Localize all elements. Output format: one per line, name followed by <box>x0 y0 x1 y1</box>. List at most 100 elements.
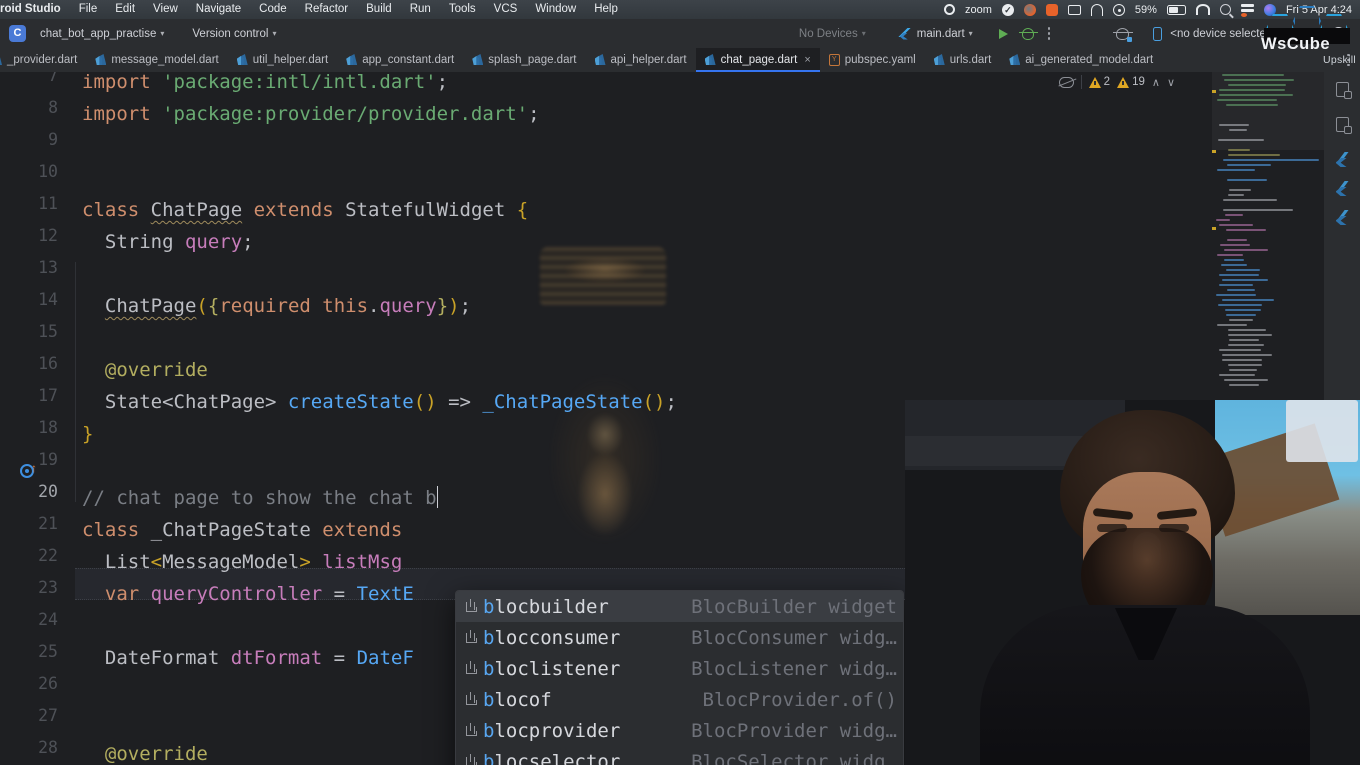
menu-help[interactable]: Help <box>585 0 627 19</box>
editor-tab-app-constant-dart[interactable]: app_constant.dart <box>337 48 463 72</box>
completion-item-blocprovider[interactable]: blocprovider BlocProvider widg… <box>456 715 903 746</box>
gutter-line-number[interactable]: 11 <box>0 194 58 213</box>
record-dot-icon[interactable] <box>944 4 955 15</box>
screen-icon[interactable] <box>1068 5 1081 15</box>
warning-count-1-label: 2 <box>1104 76 1110 88</box>
editor-gutter[interactable]: 7 8 9 10 11 12 13 14 15 16 17 18 19 20 21 22 23 24 25 26 27 2… <box>0 72 75 765</box>
code-line-20: // chat page to show the chat b <box>82 482 438 514</box>
menu-vcs[interactable]: VCS <box>485 0 527 19</box>
completion-item-bloclistener[interactable]: bloclistener BlocListener widg… <box>456 653 903 684</box>
shazam-icon[interactable] <box>1024 4 1036 16</box>
device-manager-icon[interactable] <box>1336 82 1349 97</box>
version-control-menu[interactable]: Version control ▾ <box>185 25 283 43</box>
menu-app-name[interactable]: roid Studio <box>0 0 70 19</box>
gutter-line-number[interactable]: 26 <box>0 674 58 693</box>
gutter-line-number[interactable]: 13 <box>0 258 58 277</box>
editor-tab-api-helper-dart[interactable]: api_helper.dart <box>586 48 696 72</box>
run-configuration-selector[interactable]: main.dart ▾ <box>891 25 980 43</box>
minimap-code-row <box>1228 194 1244 196</box>
checkmark-circle-icon[interactable]: ✓ <box>1002 4 1014 16</box>
minimap-code-row <box>1228 84 1286 86</box>
completion-item-description: BlocProvider.of() <box>689 689 897 711</box>
warning-count-1[interactable]: 2 <box>1089 76 1110 88</box>
menu-run[interactable]: Run <box>401 0 440 19</box>
dart-file-icon <box>346 54 357 66</box>
gutter-line-number[interactable]: 16 <box>0 354 58 373</box>
battery-icon[interactable] <box>1167 5 1186 15</box>
editor-tab-pubspec-yaml[interactable]: Ypubspec.yaml <box>820 48 925 72</box>
editor-tab-message-model-dart[interactable]: message_model.dart <box>86 48 227 72</box>
more-run-options-button[interactable] <box>1041 27 1058 40</box>
menu-file[interactable]: File <box>70 0 107 19</box>
editor-tab-splash-page-dart[interactable]: splash_page.dart <box>463 48 585 72</box>
minimap-code-row <box>1216 219 1230 221</box>
gutter-line-number[interactable]: 14 <box>0 290 58 309</box>
editor-tab-urls-dart[interactable]: urls.dart <box>925 48 1001 72</box>
shirt-sleeve-logo <box>1017 688 1057 714</box>
editor-tab--provider-dart[interactable]: _provider.dart <box>0 48 86 72</box>
completion-item-blocselector[interactable]: blocselector BlocSelector widg… <box>456 746 903 765</box>
inspections-eye-icon[interactable] <box>1059 77 1074 88</box>
menu-edit[interactable]: Edit <box>106 0 144 19</box>
run-button[interactable] <box>992 26 1015 42</box>
minimap-code-row <box>1223 199 1277 201</box>
gutter-line-number[interactable]: 25 <box>0 642 58 661</box>
gutter-line-number[interactable]: 10 <box>0 162 58 181</box>
running-devices-icon[interactable] <box>1336 117 1349 132</box>
menu-code[interactable]: Code <box>250 0 296 19</box>
completion-item-blocof[interactable]: blocof BlocProvider.of() <box>456 684 903 715</box>
wifi-icon[interactable] <box>1196 4 1210 15</box>
gutter-line-number[interactable]: 8 <box>0 98 58 117</box>
profile-debug-button[interactable] <box>1109 25 1136 43</box>
gutter-line-number[interactable]: 17 <box>0 386 58 405</box>
completion-item-blocbuilder[interactable]: blocbuilder BlocBuilder widget <box>456 591 903 622</box>
menu-navigate[interactable]: Navigate <box>187 0 250 19</box>
editor-tab-ai-generated-model-dart[interactable]: ai_generated_model.dart <box>1000 48 1162 72</box>
gutter-line-number[interactable]: 15 <box>0 322 58 341</box>
menu-build[interactable]: Build <box>357 0 401 19</box>
gutter-line-number[interactable]: 18 <box>0 418 58 437</box>
dart-file-icon <box>237 54 248 66</box>
editor-tab-util-helper-dart[interactable]: util_helper.dart <box>228 48 337 72</box>
gutter-line-number[interactable]: 7 <box>0 72 58 85</box>
minimap-warning-marker <box>1212 90 1216 93</box>
inspections-widget[interactable]: 2 19 ∧ ∨ <box>1059 75 1175 89</box>
live-template-icon <box>464 723 479 738</box>
gutter-line-number[interactable]: 21 <box>0 514 58 533</box>
menu-refactor[interactable]: Refactor <box>296 0 357 19</box>
gutter-line-number[interactable]: 12 <box>0 226 58 245</box>
next-problem-button[interactable]: ∨ <box>1167 76 1175 89</box>
gutter-line-number[interactable]: 28 <box>0 738 58 757</box>
timemachine-icon[interactable] <box>1113 4 1125 16</box>
devices-dropdown[interactable]: No Devices ▾ <box>792 25 873 43</box>
gutter-line-number[interactable]: 9 <box>0 130 58 149</box>
flutter-outline-icon[interactable] <box>1335 181 1350 196</box>
editor-tab-chat-page-dart[interactable]: chat_page.dart × <box>696 48 820 72</box>
completion-item-blocconsumer[interactable]: blocconsumer BlocConsumer widg… <box>456 622 903 653</box>
previous-problem-button[interactable]: ∧ <box>1152 76 1160 89</box>
gutter-line-number[interactable]: 24 <box>0 610 58 629</box>
gutter-line-number[interactable]: 20 <box>0 482 58 501</box>
spotlight-search-icon[interactable] <box>1220 4 1231 15</box>
close-tab-icon[interactable]: × <box>804 54 810 66</box>
gutter-line-number[interactable]: 23 <box>0 578 58 597</box>
minimap-code-row <box>1221 264 1247 266</box>
warning-count-2[interactable]: 19 <box>1117 76 1145 88</box>
gutter-line-number[interactable]: 27 <box>0 706 58 725</box>
arc-browser-icon[interactable] <box>1091 4 1103 16</box>
code-completion-popup[interactable]: blocbuilder BlocBuilder widget blocconsume… <box>455 590 904 765</box>
menu-view[interactable]: View <box>144 0 187 19</box>
debug-button[interactable] <box>1015 25 1041 43</box>
zoom-menu-label[interactable]: zoom <box>965 4 992 16</box>
control-center-icon[interactable] <box>1241 4 1254 16</box>
override-gutter-icon[interactable]: ↑ <box>20 462 37 479</box>
minimap-code-row <box>1226 229 1266 231</box>
project-selector[interactable]: chat_bot_app_practise ▾ <box>33 25 171 43</box>
menu-window[interactable]: Window <box>526 0 585 19</box>
editor-tab-label: message_model.dart <box>111 54 218 66</box>
flutter-inspector-icon[interactable] <box>1335 152 1350 167</box>
menu-tools[interactable]: Tools <box>440 0 485 19</box>
dropbox-icon[interactable] <box>1046 4 1058 16</box>
gutter-line-number[interactable]: 22 <box>0 546 58 565</box>
flutter-performance-icon[interactable] <box>1335 210 1350 225</box>
